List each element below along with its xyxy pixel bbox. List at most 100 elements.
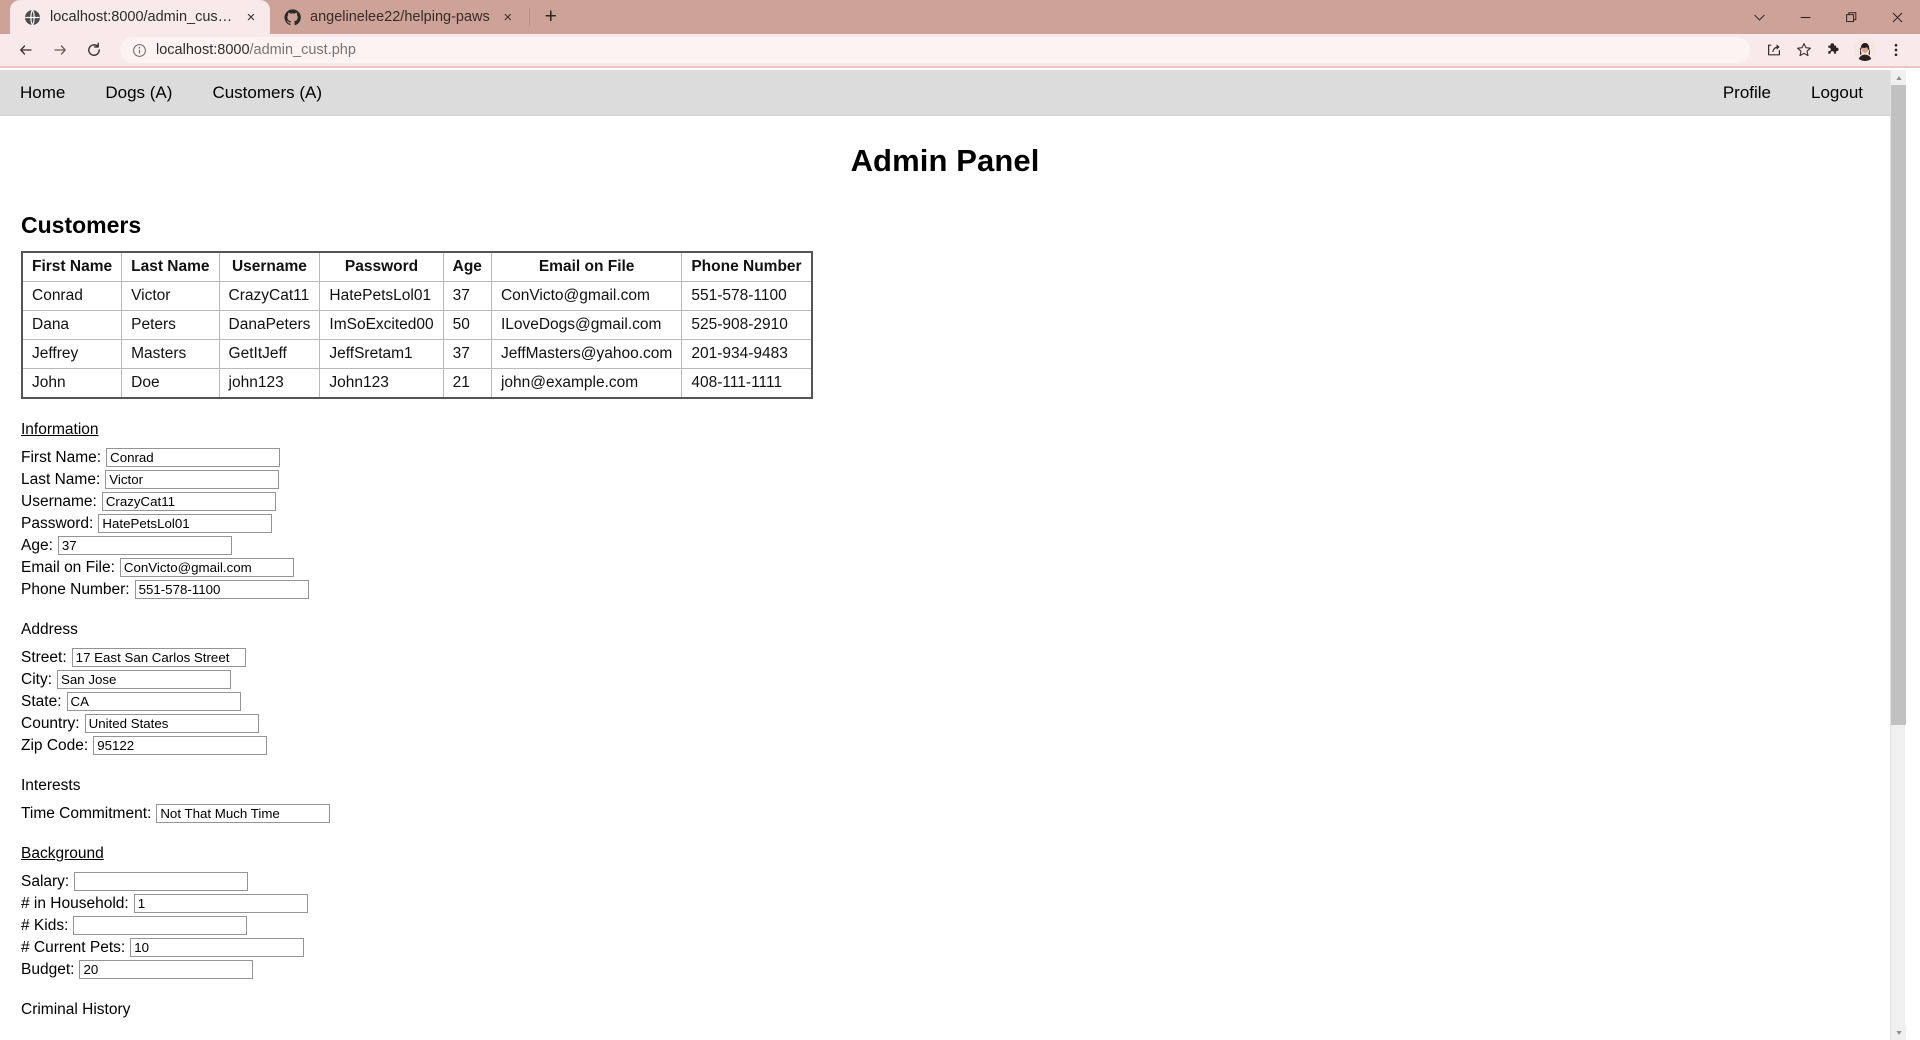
address-input-1[interactable] bbox=[57, 670, 231, 689]
table-cell: Doe bbox=[121, 368, 220, 399]
address-input-3[interactable] bbox=[84, 714, 259, 733]
scroll-down-icon[interactable] bbox=[1891, 1025, 1906, 1040]
table-header-cell: Username bbox=[218, 251, 321, 282]
table-cell: JeffMasters@yahoo.com bbox=[490, 339, 683, 369]
information-fields: First Name: Last Name: Username: Password: A… bbox=[21, 448, 1905, 599]
scrollbar-thumb[interactable] bbox=[1891, 85, 1906, 725]
table-cell: 201-934-9483 bbox=[681, 339, 813, 369]
information-input-2[interactable] bbox=[101, 492, 276, 511]
browser-tab-1[interactable]: localhost:8000/admin_cust.php × bbox=[10, 0, 270, 34]
table-cell: ConVicto@gmail.com bbox=[490, 281, 683, 311]
tab-title: angelinelee22/helping-paws bbox=[310, 9, 490, 25]
form-field-row: Salary: bbox=[21, 872, 1905, 891]
information-input-5[interactable] bbox=[119, 558, 294, 577]
background-input-4[interactable] bbox=[79, 960, 254, 979]
site-info-icon[interactable] bbox=[132, 43, 147, 58]
field-label: State: bbox=[21, 692, 62, 710]
address-bar[interactable]: localhost:8000/admin_cust.php bbox=[120, 37, 1750, 63]
page-content: Home Dogs (A) Customers (A) Profile Logo… bbox=[0, 70, 1906, 1040]
extensions-puzzle-icon[interactable] bbox=[1820, 37, 1848, 63]
table-cell: John123 bbox=[319, 368, 444, 399]
address-input-0[interactable] bbox=[71, 648, 246, 667]
tab-strip: localhost:8000/admin_cust.php × angeline… bbox=[0, 0, 1920, 34]
forward-icon[interactable] bbox=[44, 36, 76, 64]
table-cell: john123 bbox=[218, 368, 321, 399]
nav-item-home[interactable]: Home bbox=[0, 70, 85, 116]
table-cell: John bbox=[21, 368, 123, 399]
field-label: Password: bbox=[21, 514, 94, 532]
browser-tab-2[interactable]: angelinelee22/helping-paws × bbox=[270, 0, 527, 34]
form-field-row: First Name: bbox=[21, 448, 1905, 467]
table-cell: Conrad bbox=[21, 281, 123, 311]
address-input-4[interactable] bbox=[93, 736, 268, 755]
url-path: /admin_cust.php bbox=[249, 42, 356, 58]
bookmark-star-icon[interactable] bbox=[1790, 37, 1818, 63]
table-cell: Victor bbox=[121, 281, 220, 311]
form-field-row: # Current Pets: bbox=[21, 938, 1905, 957]
table-cell: Peters bbox=[121, 310, 220, 340]
page-scrollbar[interactable] bbox=[1890, 70, 1906, 1040]
field-label: Zip Code: bbox=[21, 736, 89, 754]
table-row: Jeffrey Masters GetItJeff JeffSretam1 37 Jeff… bbox=[21, 339, 813, 369]
table-cell: 551-578-1100 bbox=[681, 281, 813, 311]
back-icon[interactable] bbox=[10, 36, 42, 64]
scroll-up-icon[interactable] bbox=[1891, 70, 1906, 85]
tab-title: localhost:8000/admin_cust.php bbox=[50, 9, 233, 25]
table-header-cell: First Name bbox=[21, 251, 123, 282]
minimize-icon[interactable] bbox=[1782, 0, 1828, 34]
share-icon[interactable] bbox=[1760, 37, 1788, 63]
information-input-3[interactable] bbox=[98, 514, 273, 533]
github-icon bbox=[284, 8, 301, 26]
field-label: Phone Number: bbox=[21, 580, 130, 598]
form-field-row: Age: bbox=[21, 536, 1905, 555]
table-cell: GetItJeff bbox=[218, 339, 321, 369]
browser-toolbar: localhost:8000/admin_cust.php bbox=[0, 34, 1920, 68]
form-field-row: Zip Code: bbox=[21, 736, 1905, 755]
window-controls bbox=[1736, 0, 1920, 34]
background-input-2[interactable] bbox=[73, 916, 248, 935]
table-cell: Dana bbox=[21, 310, 123, 340]
nav-item-logout[interactable]: Logout bbox=[1791, 70, 1883, 116]
information-input-0[interactable] bbox=[106, 448, 281, 467]
nav-item-customers[interactable]: Customers (A) bbox=[192, 70, 342, 116]
background-input-1[interactable] bbox=[133, 894, 308, 913]
table-cell: Masters bbox=[121, 339, 220, 369]
address-input-2[interactable] bbox=[66, 692, 241, 711]
interests-input-0[interactable] bbox=[156, 804, 331, 823]
close-icon[interactable]: × bbox=[499, 8, 517, 26]
form-field-row: Email on File: bbox=[21, 558, 1905, 577]
information-input-6[interactable] bbox=[134, 580, 309, 599]
information-input-4[interactable] bbox=[57, 536, 232, 555]
background-input-0[interactable] bbox=[74, 872, 249, 891]
form-field-row: Last Name: bbox=[21, 470, 1905, 489]
new-tab-button[interactable]: + bbox=[536, 2, 566, 32]
table-cell: JeffSretam1 bbox=[319, 339, 444, 369]
customers-section-title: Customers bbox=[21, 212, 142, 238]
reload-icon[interactable] bbox=[78, 36, 110, 64]
table-header-row: First Name Last Name Username Password Age Em… bbox=[21, 251, 813, 282]
table-cell: ImSoExcited00 bbox=[319, 310, 444, 340]
information-input-1[interactable] bbox=[105, 470, 280, 489]
close-icon[interactable]: × bbox=[242, 8, 260, 26]
form-field-row: State: bbox=[21, 692, 1905, 711]
browser-menu-icon[interactable] bbox=[1882, 37, 1910, 63]
table-cell: DanaPeters bbox=[218, 310, 321, 340]
form-field-row: Street: bbox=[21, 648, 1905, 667]
form-heading-information: Information bbox=[21, 421, 99, 438]
form-field-row: # Kids: bbox=[21, 916, 1905, 935]
profile-avatar[interactable] bbox=[1854, 39, 1876, 61]
form-heading-interests: Interests bbox=[21, 777, 81, 794]
maximize-icon[interactable] bbox=[1828, 0, 1874, 34]
tab-search-icon[interactable] bbox=[1736, 0, 1782, 34]
main-content: Admin Panel Customers First Name Last Nam… bbox=[0, 143, 1905, 1019]
table-header-cell: Email on File bbox=[490, 251, 683, 282]
nav-item-profile[interactable]: Profile bbox=[1703, 70, 1791, 116]
table-row: Conrad Victor CrazyCat11 HatePetsLol01 37 Con… bbox=[21, 281, 813, 311]
nav-item-dogs[interactable]: Dogs (A) bbox=[85, 70, 192, 116]
close-window-icon[interactable] bbox=[1874, 0, 1920, 34]
background-input-3[interactable] bbox=[130, 938, 305, 957]
field-label: City: bbox=[21, 670, 52, 688]
site-navbar: Home Dogs (A) Customers (A) Profile Logo… bbox=[0, 70, 1905, 116]
table-header-cell: Age bbox=[442, 251, 492, 282]
field-label: # Kids: bbox=[21, 916, 69, 934]
